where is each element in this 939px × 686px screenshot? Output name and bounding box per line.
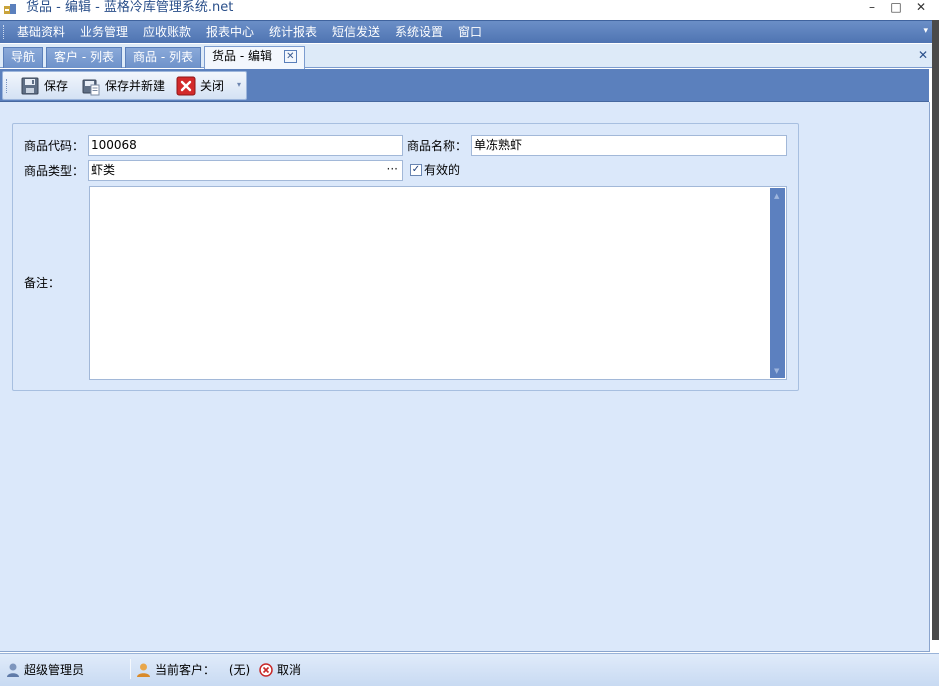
customer-icon (137, 663, 150, 677)
save-new-label: 保存并新建 (105, 79, 166, 93)
document-tab-strip: 导航 客户 - 列表 商品 - 列表 货品 - 编辑 ✕ ✕ (0, 44, 932, 69)
window-close-button[interactable]: ✕ (911, 0, 931, 14)
menu-sms[interactable]: 短信发送 (332, 24, 380, 40)
maximize-button[interactable]: □ (886, 0, 906, 14)
save-label: 保存 (44, 79, 69, 93)
user-name: 超级管理员 (24, 663, 85, 677)
save-and-new-button[interactable]: 保存并新建 (81, 76, 173, 96)
tab-close-icon[interactable]: ✕ (283, 50, 297, 63)
scroll-up-icon[interactable]: ▲ (774, 192, 779, 200)
tab-product-list[interactable]: 商品 - 列表 (125, 47, 201, 68)
tab-label: 商品 - 列表 (133, 50, 193, 64)
remark-label: 备注： (24, 276, 61, 290)
menu-reports[interactable]: 报表中心 (206, 24, 254, 40)
cancel-label: 取消 (277, 663, 302, 677)
scroll-down-icon[interactable]: ▼ (774, 367, 779, 375)
edit-form-area: 商品代码： 100068 商品名称： 单冻熟虾 商品类型： 虾类 ··· ✓ 有… (0, 102, 930, 652)
customer-label: 当前客户： (155, 663, 216, 677)
app-icon (4, 4, 16, 14)
save-new-icon (82, 79, 100, 96)
right-edge-strip (932, 20, 939, 640)
type-field[interactable]: 虾类 ··· (88, 160, 403, 181)
tab-label: 客户 - 列表 (54, 50, 114, 64)
status-separator (130, 659, 131, 679)
code-field[interactable]: 100068 (88, 135, 403, 156)
close-button[interactable]: 关闭 (176, 76, 232, 96)
toolbar: 保存 保存并新建 关闭 ▾ (2, 71, 247, 100)
status-bar: 超级管理员 当前客户： (无) 取消 (0, 653, 939, 686)
cancel-customer-button[interactable]: 取消 (259, 662, 301, 678)
close-all-icon[interactable]: ✕ (918, 48, 928, 62)
menu-overflow-icon[interactable]: ▾ (923, 26, 928, 36)
toolbar-grip[interactable] (6, 79, 9, 93)
goods-form-panel: 商品代码： 100068 商品名称： 单冻熟虾 商品类型： 虾类 ··· ✓ 有… (12, 123, 799, 391)
name-label: 商品名称： (407, 139, 468, 153)
menu-receivables[interactable]: 应收账款 (143, 24, 191, 40)
menu-statistics[interactable]: 统计报表 (269, 24, 317, 40)
customer-value: (无) (228, 663, 251, 677)
minimize-button[interactable]: – (862, 0, 882, 14)
red-close-icon (176, 76, 196, 96)
type-value: 虾类 (91, 163, 116, 177)
floppy-disk-icon (21, 77, 39, 95)
tab-navigation[interactable]: 导航 (3, 47, 44, 68)
cancel-icon (259, 663, 273, 677)
valid-label: 有效的 (424, 163, 461, 177)
user-icon (7, 663, 19, 677)
menu-settings[interactable]: 系统设置 (395, 24, 443, 40)
type-label: 商品类型： (24, 164, 85, 178)
status-customer: 当前客户： (无) (136, 662, 250, 678)
toolbar-overflow-icon[interactable]: ▾ (237, 80, 241, 89)
code-label: 商品代码： (24, 139, 85, 153)
menu-window[interactable]: 窗口 (458, 24, 482, 40)
valid-checkbox[interactable]: ✓ (410, 164, 422, 176)
close-label: 关闭 (200, 79, 225, 93)
menu-bar: 基础资料 业务管理 应收账款 报表中心 统计报表 短信发送 系统设置 窗口 ▾ (0, 20, 932, 43)
remark-textarea[interactable]: ▲ ▼ (89, 186, 787, 380)
tab-goods-edit[interactable]: 货品 - 编辑 ✕ (204, 46, 305, 69)
tab-label: 货品 - 编辑 (212, 49, 272, 63)
status-user: 超级管理员 (6, 662, 84, 678)
type-browse-button[interactable]: ··· (387, 161, 398, 178)
menu-business[interactable]: 业务管理 (80, 24, 128, 40)
menu-basic-data[interactable]: 基础资料 (17, 24, 65, 40)
window-title: 货品 - 编辑 - 蓝格冷库管理系统.net (26, 0, 234, 15)
menu-grip[interactable] (3, 25, 6, 39)
tab-customer-list[interactable]: 客户 - 列表 (46, 47, 122, 68)
name-field[interactable]: 单冻熟虾 (471, 135, 787, 156)
tab-label: 导航 (11, 50, 36, 64)
remark-scrollbar[interactable]: ▲ ▼ (770, 188, 785, 378)
save-button[interactable]: 保存 (20, 76, 74, 96)
title-bar: 货品 - 编辑 - 蓝格冷库管理系统.net – □ ✕ (0, 0, 939, 20)
